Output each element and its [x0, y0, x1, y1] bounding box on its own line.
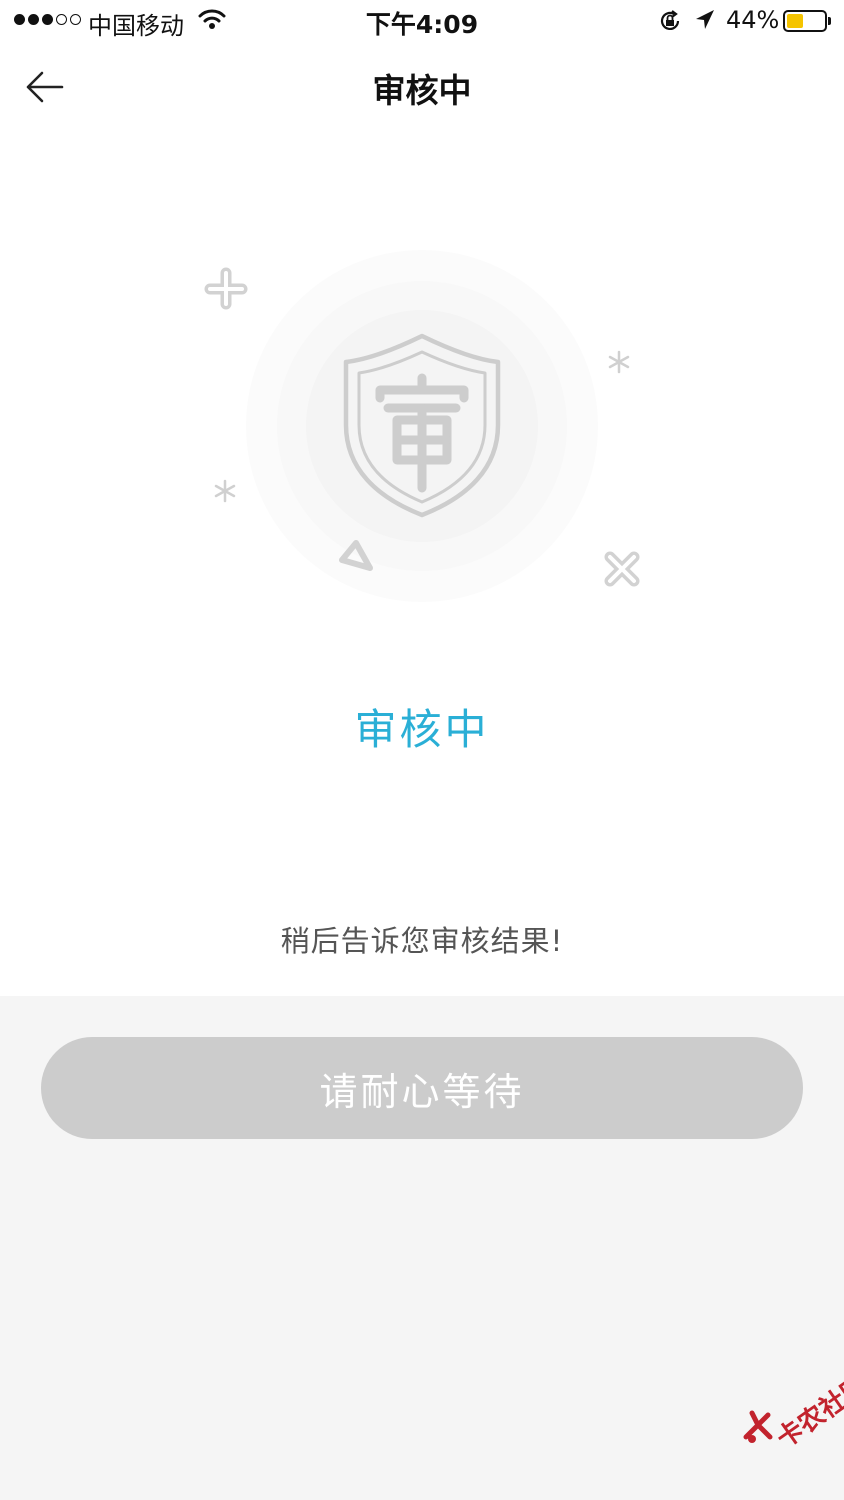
plus-decoration-icon [204, 267, 248, 310]
review-hint-text: 稍后告诉您审核结果! [280, 924, 564, 958]
review-illustration [204, 250, 640, 602]
watermark-text: 卡农社区 [771, 1370, 844, 1455]
review-status-label: 审核中 [354, 705, 490, 754]
x-decoration-icon [604, 551, 640, 587]
asterisk-decoration-icon [214, 479, 236, 503]
wait-button[interactable]: 请耐心等待 [41, 1037, 803, 1139]
asterisk-decoration-icon [608, 350, 630, 374]
